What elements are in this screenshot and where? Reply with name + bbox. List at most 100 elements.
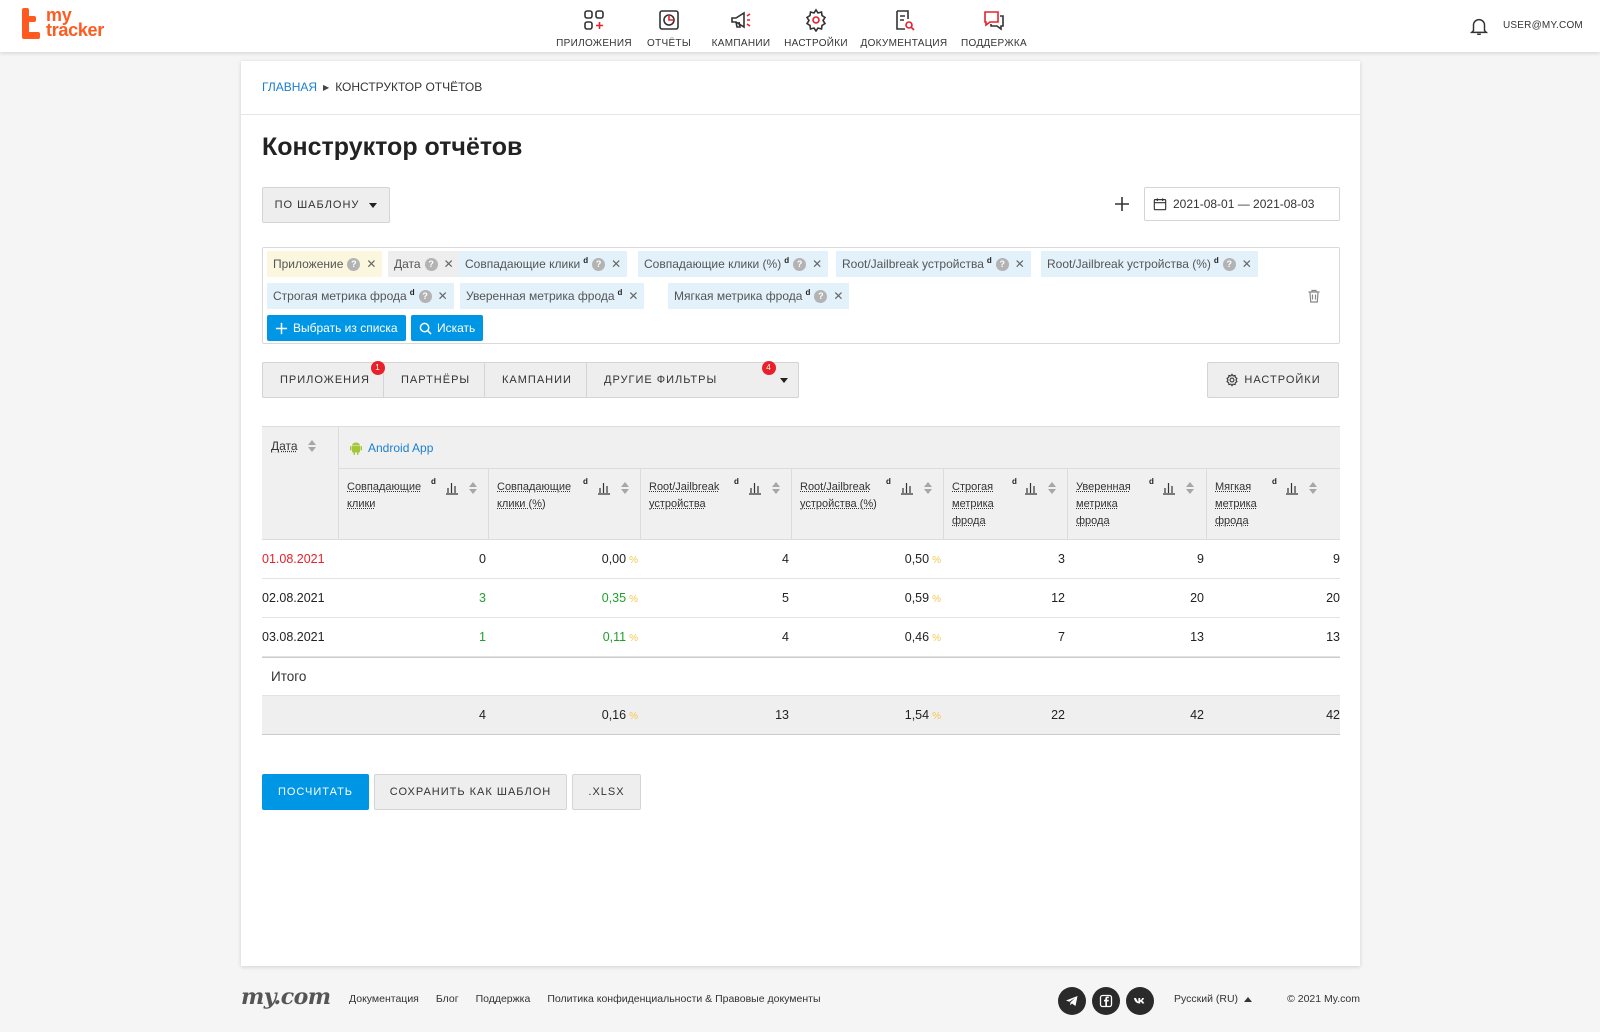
chip-label: Root/Jailbreak устройства (%) — [1047, 257, 1211, 271]
metrics-selector: Приложение ? ✕ Дата ? ✕ Совпадающие клик… — [262, 247, 1340, 344]
chart-icon[interactable] — [1162, 481, 1176, 495]
nav-support[interactable]: ПОДДЕРЖКА — [953, 0, 1035, 52]
column-header[interactable]: Уверенная метрика фрода d — [1067, 469, 1206, 540]
sort-icon[interactable] — [621, 482, 629, 494]
help-icon[interactable]: ? — [1222, 257, 1236, 271]
chart-icon[interactable] — [597, 481, 611, 495]
template-dropdown[interactable]: ПО ШАБЛОНУ — [262, 187, 390, 223]
export-xlsx-button[interactable]: .XLSX — [572, 774, 641, 810]
sort-icon[interactable] — [1309, 482, 1317, 494]
save-template-button[interactable]: СОХРАНИТЬ КАК ШАБЛОН — [374, 774, 567, 810]
remove-chip-icon[interactable]: ✕ — [833, 289, 843, 303]
chip-app[interactable]: Приложение ? ✕ — [267, 251, 383, 277]
chip-date[interactable]: Дата ? ✕ — [388, 251, 460, 277]
cell-percent: 0,59% — [905, 591, 941, 605]
filter-tab-other[interactable]: ДРУГИЕ ФИЛЬТРЫ 4 — [587, 361, 798, 397]
remove-chip-icon[interactable]: ✕ — [444, 257, 454, 271]
app-name-link[interactable]: Android App — [368, 441, 433, 455]
breadcrumb-home[interactable]: ГЛАВНАЯ — [262, 80, 317, 94]
chart-icon[interactable] — [1285, 481, 1299, 495]
select-from-list-button[interactable]: Выбрать из списка — [267, 315, 406, 341]
help-icon[interactable]: ? — [592, 257, 606, 271]
help-icon[interactable]: ? — [814, 289, 828, 303]
column-header[interactable]: Мягкая метрика фрода d — [1206, 469, 1340, 540]
nav-reports[interactable]: ОТЧЁТЫ — [633, 0, 705, 52]
chip-root-jailbreak[interactable]: Root/Jailbreak устройства d ? ✕ — [836, 251, 1031, 277]
remove-chip-icon[interactable]: ✕ — [366, 257, 376, 271]
mycom-logo[interactable]: my.com — [241, 984, 331, 1010]
chip-confident-fraud[interactable]: Уверенная метрика фрода d ✕ — [460, 283, 645, 309]
help-icon[interactable]: ? — [347, 257, 361, 271]
remove-chip-icon[interactable]: ✕ — [1242, 257, 1252, 271]
column-header[interactable]: Root/Jailbreak устройства d — [640, 469, 791, 540]
chart-icon[interactable] — [900, 481, 914, 495]
help-icon[interactable]: ? — [793, 257, 807, 271]
nav-support-label: ПОДДЕРЖКА — [961, 38, 1027, 49]
footer-link-support[interactable]: Поддержка — [476, 993, 531, 1005]
language-selector[interactable]: Русский (RU) — [1174, 993, 1253, 1005]
chip-label: Root/Jailbreak устройства — [842, 257, 984, 271]
remove-chip-icon[interactable]: ✕ — [611, 257, 621, 271]
chip-root-jailbreak-percent[interactable]: Root/Jailbreak устройства (%) d ? ✕ — [1041, 251, 1258, 277]
filter-count-badge: 4 — [762, 361, 776, 375]
nav-campaigns[interactable]: КАМПАНИИ — [705, 0, 777, 52]
sort-icon[interactable] — [1048, 482, 1056, 494]
filter-tab-campaigns[interactable]: КАМПАНИИ — [485, 363, 587, 397]
date-column-label: Дата — [271, 439, 298, 453]
remove-chip-icon[interactable]: ✕ — [1015, 257, 1025, 271]
nav-apps[interactable]: ПРИЛОЖЕНИЯ — [555, 0, 633, 52]
chip-soft-fraud[interactable]: Мягкая метрика фрода d ? ✕ — [668, 283, 850, 309]
nav-campaigns-label: КАМПАНИИ — [711, 38, 771, 49]
user-email[interactable]: USER@MY.COM — [1503, 20, 1583, 31]
help-icon[interactable]: ? — [418, 289, 432, 303]
sort-icon[interactable] — [469, 482, 477, 494]
calculate-button[interactable]: ПОСЧИТАТЬ — [262, 774, 369, 810]
footer-link-docs[interactable]: Документация — [349, 993, 419, 1005]
date-range-value: 2021-08-01 — 2021-08-03 — [1173, 197, 1315, 211]
column-header[interactable]: Строгая метрика фрода d — [943, 469, 1067, 540]
sort-icon[interactable] — [307, 440, 316, 452]
date-range-picker[interactable]: 2021-08-01 — 2021-08-03 — [1144, 187, 1340, 221]
help-icon[interactable]: ? — [424, 257, 438, 271]
remove-chip-icon[interactable]: ✕ — [812, 257, 822, 271]
chart-icon[interactable] — [445, 481, 459, 495]
cell-value: 4 — [782, 630, 789, 644]
chip-label: Мягкая метрика фрода — [674, 289, 803, 303]
chart-icon[interactable] — [1024, 481, 1038, 495]
vk-icon[interactable] — [1126, 987, 1154, 1015]
chip-matching-clicks[interactable]: Совпадающие клики d ? ✕ — [459, 251, 628, 277]
remove-chip-icon[interactable]: ✕ — [438, 289, 448, 303]
date-column-header[interactable]: Дата — [271, 439, 316, 453]
caret-down-icon — [780, 378, 788, 383]
chart-icon[interactable] — [748, 481, 762, 495]
sort-icon[interactable] — [924, 482, 932, 494]
cell-value: 0,46 — [904, 630, 930, 644]
cell-value: 13 — [1190, 630, 1204, 644]
telegram-icon[interactable] — [1058, 987, 1086, 1015]
footer-link-privacy[interactable]: Политика конфиденциальности & Правовые д… — [547, 993, 820, 1005]
nav-docs[interactable]: ДОКУМЕНТАЦИЯ — [855, 0, 953, 52]
column-header[interactable]: Совпадающие клики (%) d — [488, 469, 640, 540]
add-icon[interactable] — [1110, 192, 1134, 216]
sort-icon[interactable] — [1186, 482, 1194, 494]
column-header[interactable]: Совпадающие клики d — [338, 469, 488, 540]
column-d-marker: d — [886, 477, 891, 486]
sort-icon[interactable] — [772, 482, 780, 494]
column-header[interactable]: Root/Jailbreak устройства (%) d — [791, 469, 943, 540]
breadcrumb-separator-icon: ▶ — [323, 82, 330, 92]
filter-tab-apps[interactable]: ПРИЛОЖЕНИЯ 1 — [263, 361, 385, 397]
search-metrics-button[interactable]: Искать — [411, 315, 484, 341]
nav-settings[interactable]: НАСТРОЙКИ — [777, 0, 855, 52]
filter-tab-partners[interactable]: ПАРТНЁРЫ — [384, 363, 485, 397]
facebook-icon[interactable] — [1092, 987, 1120, 1015]
help-icon[interactable]: ? — [995, 257, 1009, 271]
footer-link-blog[interactable]: Блог — [436, 993, 459, 1005]
chip-strict-fraud[interactable]: Строгая метрика фрода d ? ✕ — [267, 283, 454, 309]
trash-icon[interactable] — [1306, 288, 1322, 304]
mytracker-logo[interactable]: my tracker — [20, 6, 104, 44]
settings-button[interactable]: НАСТРОЙКИ — [1207, 362, 1339, 398]
remove-chip-icon[interactable]: ✕ — [628, 289, 638, 303]
chip-d-marker: d — [617, 287, 623, 297]
chip-matching-clicks-percent[interactable]: Совпадающие клики (%) d ? ✕ — [638, 251, 829, 277]
bell-icon[interactable] — [1468, 15, 1490, 37]
